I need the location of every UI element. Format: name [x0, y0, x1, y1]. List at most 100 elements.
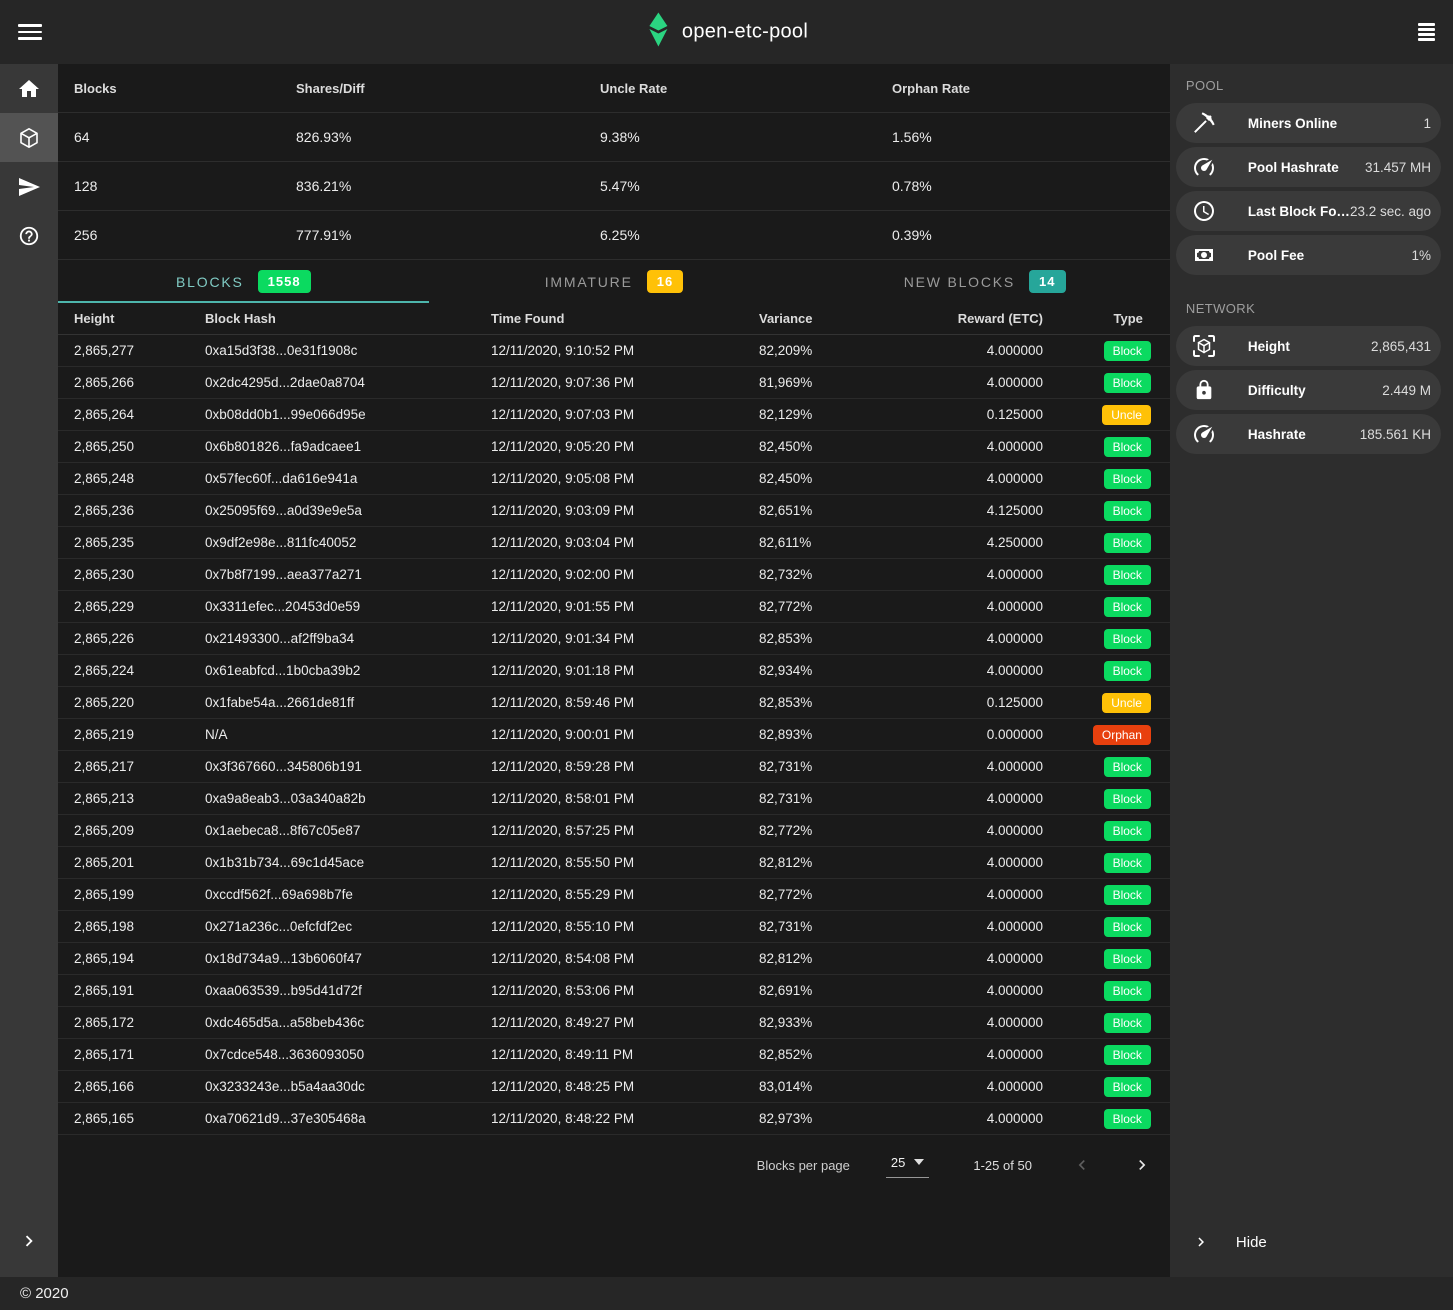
blocks-tabs: BLOCKS 1558 IMMATURE 16 NEW BLOCKS 14	[58, 260, 1170, 303]
stats-blocks-cell: 256	[74, 227, 296, 243]
expand-sidebar-button[interactable]	[0, 1217, 58, 1265]
height-cell: 2,865,219	[74, 727, 205, 742]
reward-cell: 4.000000	[909, 631, 1043, 646]
type-cell: Block	[1043, 789, 1170, 809]
variance-cell: 82,853%	[759, 631, 909, 646]
height-cell: 2,865,165	[74, 1111, 205, 1126]
reward-cell: 4.000000	[909, 951, 1043, 966]
stat-value: 1	[1423, 116, 1431, 131]
hash-cell: 0x9df2e98e...811fc40052	[205, 535, 491, 550]
clock-icon	[1176, 199, 1232, 223]
tab[interactable]: NEW BLOCKS 14	[799, 260, 1170, 303]
type-badge: Block	[1104, 949, 1151, 969]
hash-cell: 0x1fabe54a...2661de81ff	[205, 695, 491, 710]
type-cell: Uncle	[1043, 693, 1170, 713]
sidebar-item-payments[interactable]	[0, 162, 58, 211]
speedometer-icon	[1176, 422, 1232, 446]
table-row: 2,865,224 0x61eabfcd...1b0cba39b2 12/11/…	[58, 655, 1170, 687]
help-circle-icon	[18, 225, 40, 247]
tab-count-badge: 16	[647, 270, 683, 293]
sidebar-item-help[interactable]	[0, 211, 58, 260]
stats-shares-cell: 777.91%	[296, 227, 600, 243]
reward-cell: 4.000000	[909, 759, 1043, 774]
table-row: 2,865,226 0x21493300...af2ff9ba34 12/11/…	[58, 623, 1170, 655]
type-badge: Block	[1104, 373, 1151, 393]
height-cell: 2,865,220	[74, 695, 205, 710]
stat-value: 31.457 MH	[1365, 160, 1431, 175]
time-cell: 12/11/2020, 8:58:01 PM	[491, 791, 759, 806]
hash-cell: 0x271a236c...0efcfdf2ec	[205, 919, 491, 934]
height-cell: 2,865,213	[74, 791, 205, 806]
header-hash: Block Hash	[205, 311, 491, 326]
time-cell: 12/11/2020, 8:59:28 PM	[491, 759, 759, 774]
type-badge: Block	[1104, 661, 1151, 681]
chevron-right-icon	[18, 1230, 40, 1252]
next-page-button[interactable]	[1132, 1155, 1152, 1175]
height-cell: 2,865,172	[74, 1015, 205, 1030]
speedometer-icon	[1176, 155, 1232, 179]
chevron-right-icon	[1132, 1155, 1152, 1175]
hide-label: Hide	[1236, 1234, 1267, 1251]
variance-cell: 82,812%	[759, 855, 909, 870]
pool-stats-table: Blocks Shares/Diff Uncle Rate Orphan Rat…	[58, 64, 1170, 260]
right-menu-icon[interactable]	[1418, 23, 1435, 41]
reward-cell: 4.000000	[909, 791, 1043, 806]
time-cell: 12/11/2020, 8:48:25 PM	[491, 1079, 759, 1094]
variance-cell: 82,651%	[759, 503, 909, 518]
height-cell: 2,865,248	[74, 471, 205, 486]
type-cell: Uncle	[1043, 405, 1170, 425]
hash-cell: 0x1aebeca8...8f67c05e87	[205, 823, 491, 838]
reward-cell: 4.000000	[909, 1015, 1043, 1030]
sidebar-item-home[interactable]	[0, 64, 58, 113]
stat-label: Hashrate	[1248, 427, 1360, 442]
type-badge: Uncle	[1102, 405, 1151, 425]
menu-icon[interactable]	[18, 24, 42, 40]
reward-cell: 4.000000	[909, 439, 1043, 454]
prev-page-button[interactable]	[1072, 1155, 1092, 1175]
app-window: open-etc-pool	[0, 0, 1453, 1310]
header-height: Height	[74, 311, 205, 326]
reward-cell: 0.125000	[909, 695, 1043, 710]
header-variance: Variance	[759, 311, 909, 326]
table-row: 2,865,229 0x3311efec...20453d0e59 12/11/…	[58, 591, 1170, 623]
type-cell: Block	[1043, 533, 1170, 553]
height-cell: 2,865,198	[74, 919, 205, 934]
time-cell: 12/11/2020, 9:03:04 PM	[491, 535, 759, 550]
stat-label: Pool Fee	[1248, 248, 1412, 263]
table-row: 2,865,165 0xa70621d9...37e305468a 12/11/…	[58, 1103, 1170, 1135]
type-badge: Orphan	[1093, 725, 1151, 745]
network-panel-title: NETWORK	[1170, 279, 1453, 326]
pool-hashrate-stat: Pool Hashrate 31.457 MH	[1176, 147, 1441, 187]
variance-cell: 82,772%	[759, 599, 909, 614]
stats-header-row: Blocks Shares/Diff Uncle Rate Orphan Rat…	[58, 64, 1170, 113]
time-cell: 12/11/2020, 8:55:10 PM	[491, 919, 759, 934]
hash-cell: 0x18d734a9...13b6060f47	[205, 951, 491, 966]
pickaxe-icon	[1176, 111, 1232, 135]
per-page-select[interactable]: 25	[886, 1153, 929, 1178]
variance-cell: 82,450%	[759, 471, 909, 486]
type-badge: Block	[1104, 917, 1151, 937]
time-cell: 12/11/2020, 9:00:01 PM	[491, 727, 759, 742]
stat-value: 1%	[1411, 248, 1431, 263]
type-cell: Block	[1043, 629, 1170, 649]
hash-cell: 0x21493300...af2ff9ba34	[205, 631, 491, 646]
sidebar-item-blocks[interactable]	[0, 113, 58, 162]
per-page-value: 25	[891, 1155, 905, 1170]
reward-cell: 4.000000	[909, 1079, 1043, 1094]
chevron-left-icon	[1072, 1155, 1092, 1175]
height-cell: 2,865,277	[74, 343, 205, 358]
type-badge: Block	[1104, 757, 1151, 777]
table-row: 2,865,235 0x9df2e98e...811fc40052 12/11/…	[58, 527, 1170, 559]
type-cell: Block	[1043, 885, 1170, 905]
table-row: 2,865,191 0xaa063539...b95d41d72f 12/11/…	[58, 975, 1170, 1007]
header-time: Time Found	[491, 311, 759, 326]
variance-cell: 82,934%	[759, 663, 909, 678]
type-cell: Block	[1043, 1013, 1170, 1033]
variance-cell: 82,732%	[759, 567, 909, 582]
type-cell: Block	[1043, 853, 1170, 873]
hide-sidebar-button[interactable]: Hide	[1170, 1218, 1453, 1266]
type-cell: Block	[1043, 757, 1170, 777]
hash-cell: 0x7b8f7199...aea377a271	[205, 567, 491, 582]
tab[interactable]: BLOCKS 1558	[58, 260, 429, 303]
tab[interactable]: IMMATURE 16	[429, 260, 800, 303]
